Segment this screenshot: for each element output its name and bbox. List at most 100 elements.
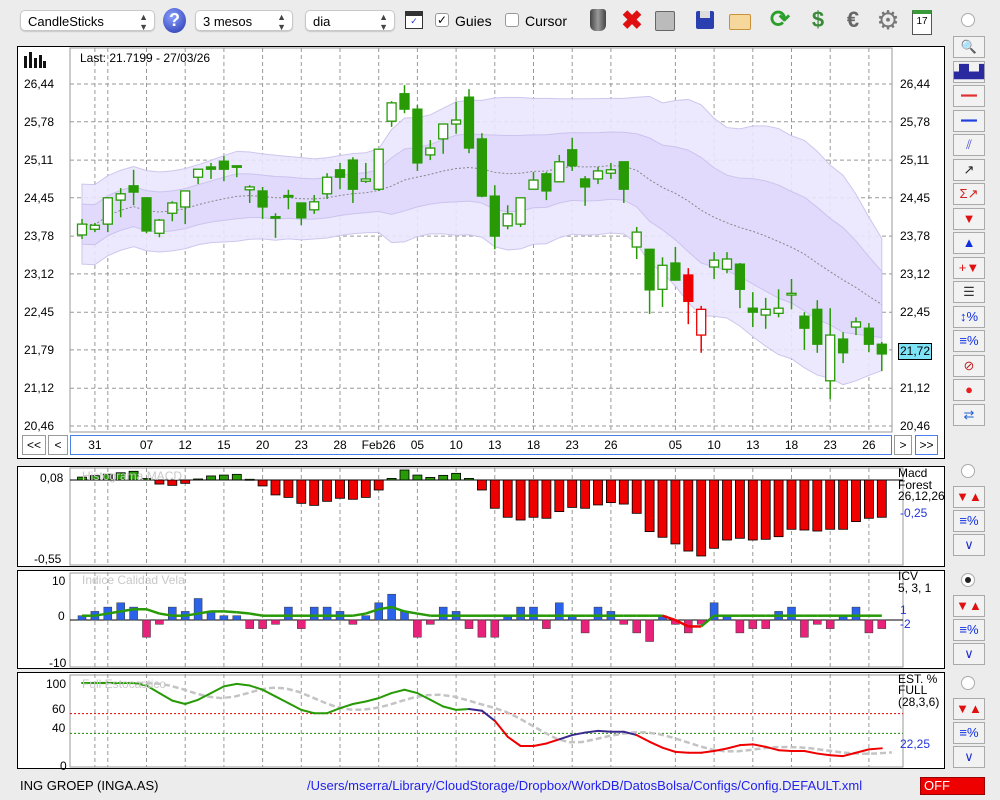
candle-body [270, 216, 281, 219]
blue-line-icon: ━━ [961, 112, 977, 128]
icv-signal-segment [146, 608, 160, 615]
candle-body [257, 190, 268, 208]
percent-lines-button[interactable]: ≡% [953, 619, 985, 641]
stoch-k-segment [222, 682, 238, 688]
macd-bar [502, 479, 513, 518]
macd-bar [747, 479, 758, 541]
candle-body [128, 185, 139, 193]
stop-button[interactable]: ⊘ [953, 354, 985, 377]
last-price-badge: 21,72 [898, 343, 932, 360]
macd-bar [386, 478, 397, 481]
trendline-button[interactable]: ↗ [953, 158, 985, 181]
icv-bar [516, 606, 525, 621]
macd-min-label: -0,55 [34, 552, 62, 566]
icv-bar [490, 619, 500, 638]
percent-range-button[interactable]: ↕% [953, 305, 985, 328]
percent-lines-button[interactable]: ≡% [953, 722, 985, 744]
icv-signal-value: -2 [900, 617, 911, 631]
percent-lines-icon: ≡% [959, 725, 979, 740]
date-scrollbar[interactable] [70, 435, 892, 455]
stoch-k-segment [468, 708, 483, 712]
percent-lines-icon: ≡% [959, 513, 979, 528]
stoch-k-segment [584, 729, 599, 734]
indicator-panel-radio[interactable] [961, 464, 975, 478]
candle-body [450, 119, 462, 125]
price-tick-right: 24,45 [900, 190, 931, 205]
macd-bar [309, 479, 320, 506]
volume-chart-button[interactable]: ▟▙▟ [953, 60, 985, 83]
price-tick-right: 26,44 [900, 77, 931, 91]
signals-button[interactable]: ▼▲ [953, 486, 985, 508]
curve-button[interactable]: ∨ [953, 534, 985, 556]
macd-bar [580, 479, 590, 509]
signals-button[interactable]: ▼▲ [953, 595, 985, 617]
stoch-k-segment [816, 752, 832, 757]
sum-trendline-button[interactable]: Σ↗ [953, 183, 985, 205]
icv-zero-label: 0 [58, 609, 65, 623]
icv-signal-segment [223, 610, 237, 614]
sync-button[interactable]: ⇄ [953, 403, 985, 426]
config-path-link[interactable]: /Users/mserra/Library/CloudStorage/Dropb… [307, 778, 862, 793]
zoom-button[interactable]: 🔍 [953, 36, 985, 58]
icv-bar [748, 619, 758, 629]
candle-body [760, 308, 771, 316]
candle-body [89, 224, 101, 230]
macd-bar [593, 479, 603, 506]
curve-button[interactable]: ∨ [953, 746, 985, 768]
stoch-k-segment [803, 750, 819, 755]
record-button[interactable]: ● [953, 379, 985, 401]
add-signal-button[interactable]: +▼ [953, 256, 985, 279]
candle-body [283, 194, 294, 198]
candle-body [554, 161, 565, 183]
icv-signal-segment [352, 612, 367, 617]
buy-arrow-button[interactable]: ▲ [953, 232, 985, 254]
date-label: 23 [823, 438, 837, 452]
candle-body [734, 263, 746, 290]
sell-arrow-button[interactable]: ▼ [953, 207, 985, 230]
blue-line-button[interactable]: ━━ [953, 109, 985, 132]
macd-bar [347, 479, 358, 500]
candle-body [425, 147, 436, 156]
macd-bar [541, 479, 552, 519]
icv-bar [271, 619, 280, 625]
candle-body [670, 262, 681, 281]
nav-last-button[interactable]: >> [915, 435, 938, 455]
grid-lines-button[interactable]: ☰ [953, 281, 985, 303]
candle-body [876, 343, 887, 355]
percent-lines-button[interactable]: ≡% [953, 510, 985, 532]
stoch-k-segment [867, 747, 883, 751]
red-line-button[interactable]: ━━ [953, 85, 985, 107]
stoch-60-label: 60 [52, 702, 66, 716]
nav-prev-button[interactable]: < [48, 435, 68, 455]
macd-bar [464, 478, 474, 481]
trendline-icon: ↗ [963, 161, 975, 177]
nav-next-button[interactable]: > [894, 435, 912, 455]
candle-body [773, 307, 784, 314]
macd-bar [476, 479, 487, 491]
curve-button[interactable]: ∨ [953, 643, 985, 665]
stoch-k-segment [261, 688, 277, 698]
nav-first-button[interactable]: << [22, 435, 46, 455]
candle-body [347, 159, 359, 190]
stoch-100-label: 100 [46, 677, 67, 691]
candle-body [825, 334, 836, 382]
volume-bars-icon[interactable] [24, 52, 46, 71]
icv-bar [555, 602, 564, 621]
candle-body [515, 197, 526, 225]
mode-toggle[interactable]: OFF [920, 777, 985, 795]
date-label: 23 [565, 438, 579, 452]
candle-body [644, 248, 655, 291]
percent-lines-button[interactable]: ≡% [953, 330, 985, 352]
signals-button[interactable]: ▼▲ [953, 698, 985, 720]
candle-body [476, 138, 488, 197]
macd-bar [631, 479, 642, 514]
candle-body [218, 160, 230, 170]
stoch-k-segment [235, 682, 251, 687]
indicator-panel-radio[interactable] [961, 676, 975, 690]
icv-bar [413, 619, 422, 638]
icv-bar [477, 619, 487, 638]
indicator-panel-radio[interactable] [961, 573, 975, 587]
icv-bar [168, 606, 177, 621]
date-label: 18 [784, 438, 799, 452]
channel-button[interactable]: ⫽ [953, 134, 985, 156]
